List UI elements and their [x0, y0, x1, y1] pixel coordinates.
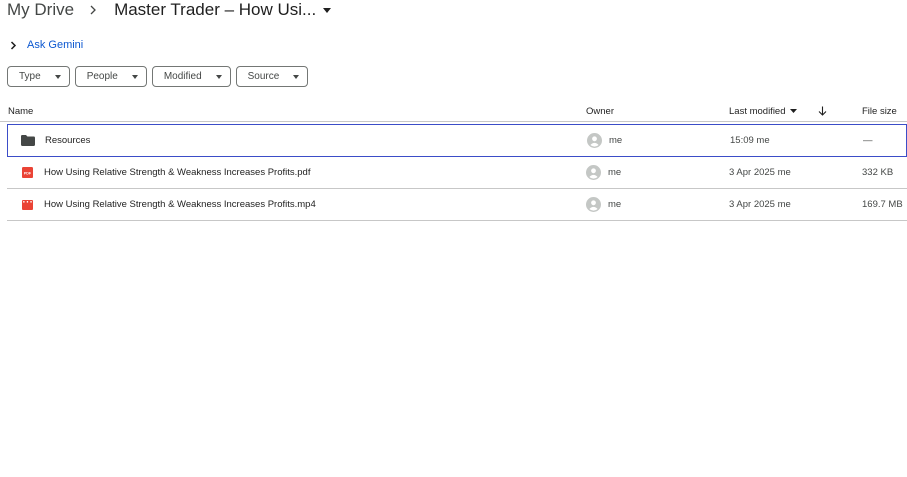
pdf-icon: PDF	[19, 157, 35, 188]
filter-people-chip[interactable]: People	[74, 66, 147, 87]
file-row-resources[interactable]: Resources me 15:09 me —	[7, 124, 907, 157]
chevron-right-icon	[10, 40, 17, 50]
filter-type-label: Type	[19, 71, 41, 82]
file-owner: me	[586, 157, 621, 188]
filter-source-chip[interactable]: Source	[235, 66, 309, 87]
caret-down-icon[interactable]	[323, 7, 332, 13]
ask-gemini-label: Ask Gemini	[27, 39, 84, 51]
file-row-pdf[interactable]: PDF How Using Relative Strength & Weakne…	[7, 157, 907, 189]
file-modified: 3 Apr 2025 me	[729, 167, 791, 178]
file-modified: 3 Apr 2025 me	[729, 199, 791, 210]
avatar-person-icon	[586, 197, 601, 212]
filter-bar: Type People Modified Source	[7, 66, 309, 87]
file-name: Resources	[45, 135, 91, 146]
svg-text:PDF: PDF	[23, 171, 31, 175]
owner-label: me	[608, 199, 622, 210]
file-modified: 15:09 me	[730, 135, 770, 146]
filter-modified-chip[interactable]: Modified	[151, 66, 231, 87]
column-last-modified-label: Last modified	[729, 105, 786, 117]
avatar-person-icon	[586, 165, 601, 180]
file-name: How Using Relative Strength & Weakness I…	[44, 167, 311, 178]
breadcrumb-my-drive[interactable]: My Drive	[7, 0, 74, 20]
file-name: How Using Relative Strength & Weakness I…	[44, 199, 316, 210]
breadcrumb-current-folder[interactable]: Master Trader – How Usi...	[114, 0, 316, 20]
filter-people-label: People	[86, 71, 118, 82]
owner-label: me	[608, 167, 622, 178]
sort-direction-arrow-down-icon[interactable]	[818, 100, 827, 122]
column-name[interactable]: Name	[8, 100, 33, 122]
ask-gemini-toggle[interactable]: Ask Gemini	[10, 38, 83, 52]
filter-modified-label: Modified	[163, 71, 202, 82]
column-file-size[interactable]: File size	[862, 100, 897, 122]
file-owner: me	[587, 125, 622, 156]
caret-down-icon	[131, 74, 138, 79]
avatar-person-icon	[587, 133, 602, 148]
file-size: 332 KB	[862, 167, 894, 178]
file-owner: me	[586, 189, 621, 220]
file-size: —	[863, 135, 873, 146]
caret-down-icon	[293, 74, 300, 79]
filter-source-label: Source	[247, 71, 280, 82]
owner-label: me	[609, 135, 623, 146]
file-row-mp4[interactable]: How Using Relative Strength & Weakness I…	[7, 189, 907, 221]
chevron-right-icon	[89, 5, 97, 15]
caret-down-icon	[215, 74, 222, 79]
file-size: 169.7 MB	[862, 199, 903, 210]
file-list-header: Name Owner Last modified File size	[0, 100, 907, 122]
file-list: Resources me 15:09 me — PDF How Using Re…	[7, 124, 907, 221]
caret-down-icon	[54, 74, 61, 79]
video-icon	[19, 189, 35, 220]
folder-icon	[20, 125, 36, 156]
column-owner[interactable]: Owner	[586, 100, 614, 122]
breadcrumb: My Drive Master Trader – How Usi...	[7, 0, 332, 20]
filter-type-chip[interactable]: Type	[7, 66, 70, 87]
column-last-modified[interactable]: Last modified	[729, 100, 797, 122]
caret-down-icon	[789, 109, 797, 113]
